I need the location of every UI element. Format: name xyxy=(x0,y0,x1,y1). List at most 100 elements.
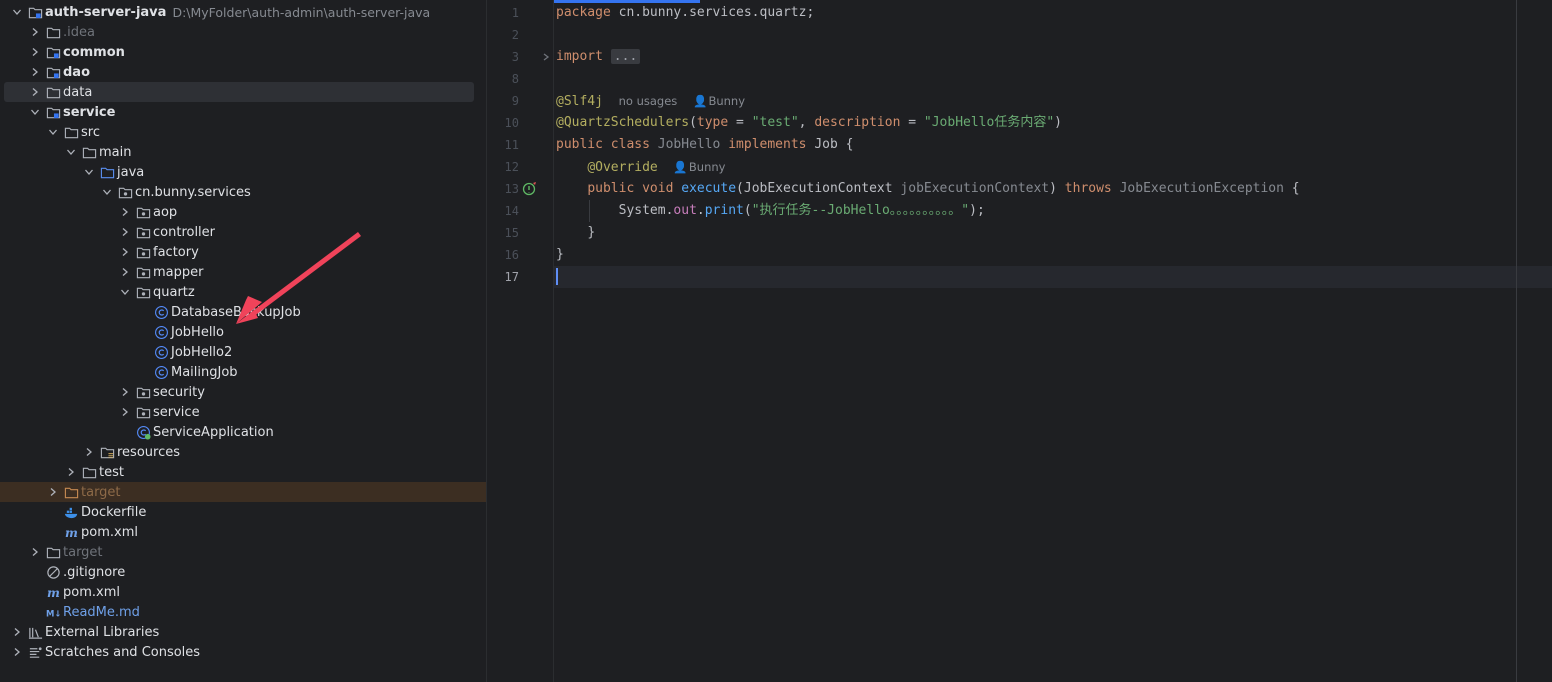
folded-imports[interactable]: ... xyxy=(610,49,641,64)
tree-item-label: pom.xml xyxy=(63,584,120,600)
tree-row-src[interactable]: src xyxy=(0,122,486,142)
tree-row-auth-server-java[interactable]: auth-server-java D:\MyFolder\auth-admin\a… xyxy=(0,2,486,22)
chevron-down-icon[interactable] xyxy=(28,102,42,122)
code-line-13[interactable]: public void execute(JobExecutionContext … xyxy=(556,178,1299,200)
tree-row-controller[interactable]: controller xyxy=(0,222,486,242)
code-token: JobHello xyxy=(657,137,721,152)
code-line-10[interactable]: @QuartzSchedulers(type = "test", descrip… xyxy=(556,112,1062,134)
line-number: 12 xyxy=(504,160,519,174)
chevron-right-icon[interactable] xyxy=(64,462,78,482)
chevron-down-icon[interactable] xyxy=(64,142,78,162)
code-line-15[interactable]: } xyxy=(556,222,595,244)
chevron-down-icon[interactable] xyxy=(100,182,114,202)
class-icon xyxy=(153,304,169,320)
tree-item-label: .gitignore xyxy=(63,564,126,580)
tree-row-common[interactable]: common xyxy=(0,42,486,62)
tree-item-label: External Libraries xyxy=(45,624,160,640)
chevron-right-icon[interactable] xyxy=(10,642,24,662)
code-token: JobExecutionException xyxy=(1119,181,1284,196)
code-editor[interactable]: 1 2 3 8 9 10 11 12 13 14 15 16 17 packag… xyxy=(486,0,1552,682)
chevron-right-icon[interactable] xyxy=(28,22,42,42)
tree-row-scratches-and-consoles[interactable]: Scratches and Consoles xyxy=(0,642,486,662)
tree-item-label: mapper xyxy=(153,264,204,280)
tree-item-label: MailingJob xyxy=(171,364,238,380)
maven-icon: m xyxy=(63,524,79,540)
chevron-right-icon[interactable] xyxy=(46,482,60,502)
tree-row-idea[interactable]: .idea xyxy=(0,22,486,42)
tree-row-service[interactable]: service xyxy=(0,102,486,122)
tree-row-quartz[interactable]: quartz xyxy=(0,282,486,302)
tree-row-readme-md[interactable]: M↓ ReadMe.md xyxy=(0,602,486,622)
tree-row-mapper[interactable]: mapper xyxy=(0,262,486,282)
tree-row-pom-xml[interactable]: m pom.xml xyxy=(0,522,486,542)
tree-row-data[interactable]: data xyxy=(4,82,474,102)
chevron-down-icon[interactable] xyxy=(10,2,24,22)
tree-row-main[interactable]: main xyxy=(0,142,486,162)
tree-item-label: aop xyxy=(153,204,178,220)
tree-row-gitignore[interactable]: .gitignore xyxy=(0,562,486,582)
tree-row-aop[interactable]: aop xyxy=(0,202,486,222)
code-line-11[interactable]: public class JobHello implements Job { xyxy=(556,134,853,156)
tree-row-target[interactable]: target xyxy=(0,482,486,502)
tree-row-test[interactable]: test xyxy=(0,462,486,482)
tree-item-label: src xyxy=(81,124,100,140)
chevron-right-icon[interactable] xyxy=(82,442,96,462)
chevron-right-icon[interactable] xyxy=(118,382,132,402)
tree-row-security[interactable]: security xyxy=(0,382,486,402)
code-token: throws xyxy=(1064,181,1112,196)
tree-row-service[interactable]: service xyxy=(0,402,486,422)
chevron-right-icon[interactable] xyxy=(118,202,132,222)
code-token: . xyxy=(696,203,705,218)
fold-expand-icon[interactable] xyxy=(541,50,551,64)
markdown-icon: M↓ xyxy=(45,604,61,620)
chevron-down-icon[interactable] xyxy=(82,162,96,182)
implements-gutter-icon[interactable] xyxy=(522,181,538,197)
chevron-right-icon[interactable] xyxy=(28,42,42,62)
tree-row-resources[interactable]: resources xyxy=(0,442,486,462)
tree-item-label: .idea xyxy=(63,24,95,40)
tree-row-jobhello[interactable]: JobHello xyxy=(0,322,486,342)
tree-row-dao[interactable]: dao xyxy=(0,62,486,82)
chevron-right-icon[interactable] xyxy=(118,222,132,242)
tree-row-serviceapplication[interactable]: ServiceApplication xyxy=(0,422,486,442)
tree-row-target[interactable]: target xyxy=(0,542,486,562)
code-token: @QuartzSchedulers xyxy=(556,115,690,130)
tree-row-databasebackupjob[interactable]: DatabaseBackupJob xyxy=(0,302,486,322)
code-token: "test" xyxy=(751,115,799,130)
code-line-1[interactable]: package cn.bunny.services.quartz; xyxy=(556,2,814,24)
usages-hint[interactable]: no usages xyxy=(619,94,678,108)
chevron-right-icon[interactable] xyxy=(28,542,42,562)
tree-row-jobhello2[interactable]: JobHello2 xyxy=(0,342,486,362)
line-number: 14 xyxy=(504,204,519,218)
author-hint[interactable]: 👤 Bunny xyxy=(693,94,745,108)
code-line-3[interactable]: import ... xyxy=(556,46,641,68)
tree-row-mailingjob[interactable]: MailingJob xyxy=(0,362,486,382)
package-icon xyxy=(135,204,151,220)
tree-row-dockerfile[interactable]: Dockerfile xyxy=(0,502,486,522)
chevron-right-icon[interactable] xyxy=(10,622,24,642)
tree-row-java[interactable]: java xyxy=(0,162,486,182)
code-line-9[interactable]: @Slf4j no usages 👤 Bunny xyxy=(556,90,745,112)
code-line-17[interactable] xyxy=(556,266,558,288)
code-token: ) xyxy=(1049,181,1057,196)
chevron-right-icon[interactable] xyxy=(28,82,42,102)
scratches-icon xyxy=(27,644,43,660)
tree-row-external-libraries[interactable]: External Libraries xyxy=(0,622,486,642)
chevron-right-icon[interactable] xyxy=(118,402,132,422)
chevron-right-icon[interactable] xyxy=(118,242,132,262)
chevron-down-icon[interactable] xyxy=(46,122,60,142)
tree-item-label: resources xyxy=(117,444,181,460)
package-icon xyxy=(135,264,151,280)
code-token: = xyxy=(728,115,752,130)
right-margin-guide xyxy=(1516,0,1517,682)
tree-row-factory[interactable]: factory xyxy=(0,242,486,262)
chevron-right-icon[interactable] xyxy=(118,262,132,282)
chevron-down-icon[interactable] xyxy=(118,282,132,302)
tree-row-pom-xml[interactable]: m pom.xml xyxy=(0,582,486,602)
code-line-12[interactable]: @Override 👤 Bunny xyxy=(556,156,725,178)
code-line-14[interactable]: System.out.print("执行任务--JobHello。。。。。。。。… xyxy=(556,200,985,222)
chevron-right-icon[interactable] xyxy=(28,62,42,82)
code-line-16[interactable]: } xyxy=(556,244,564,266)
author-hint[interactable]: 👤 Bunny xyxy=(673,160,725,174)
tree-row-cn-bunny-services[interactable]: cn.bunny.services xyxy=(0,182,486,202)
